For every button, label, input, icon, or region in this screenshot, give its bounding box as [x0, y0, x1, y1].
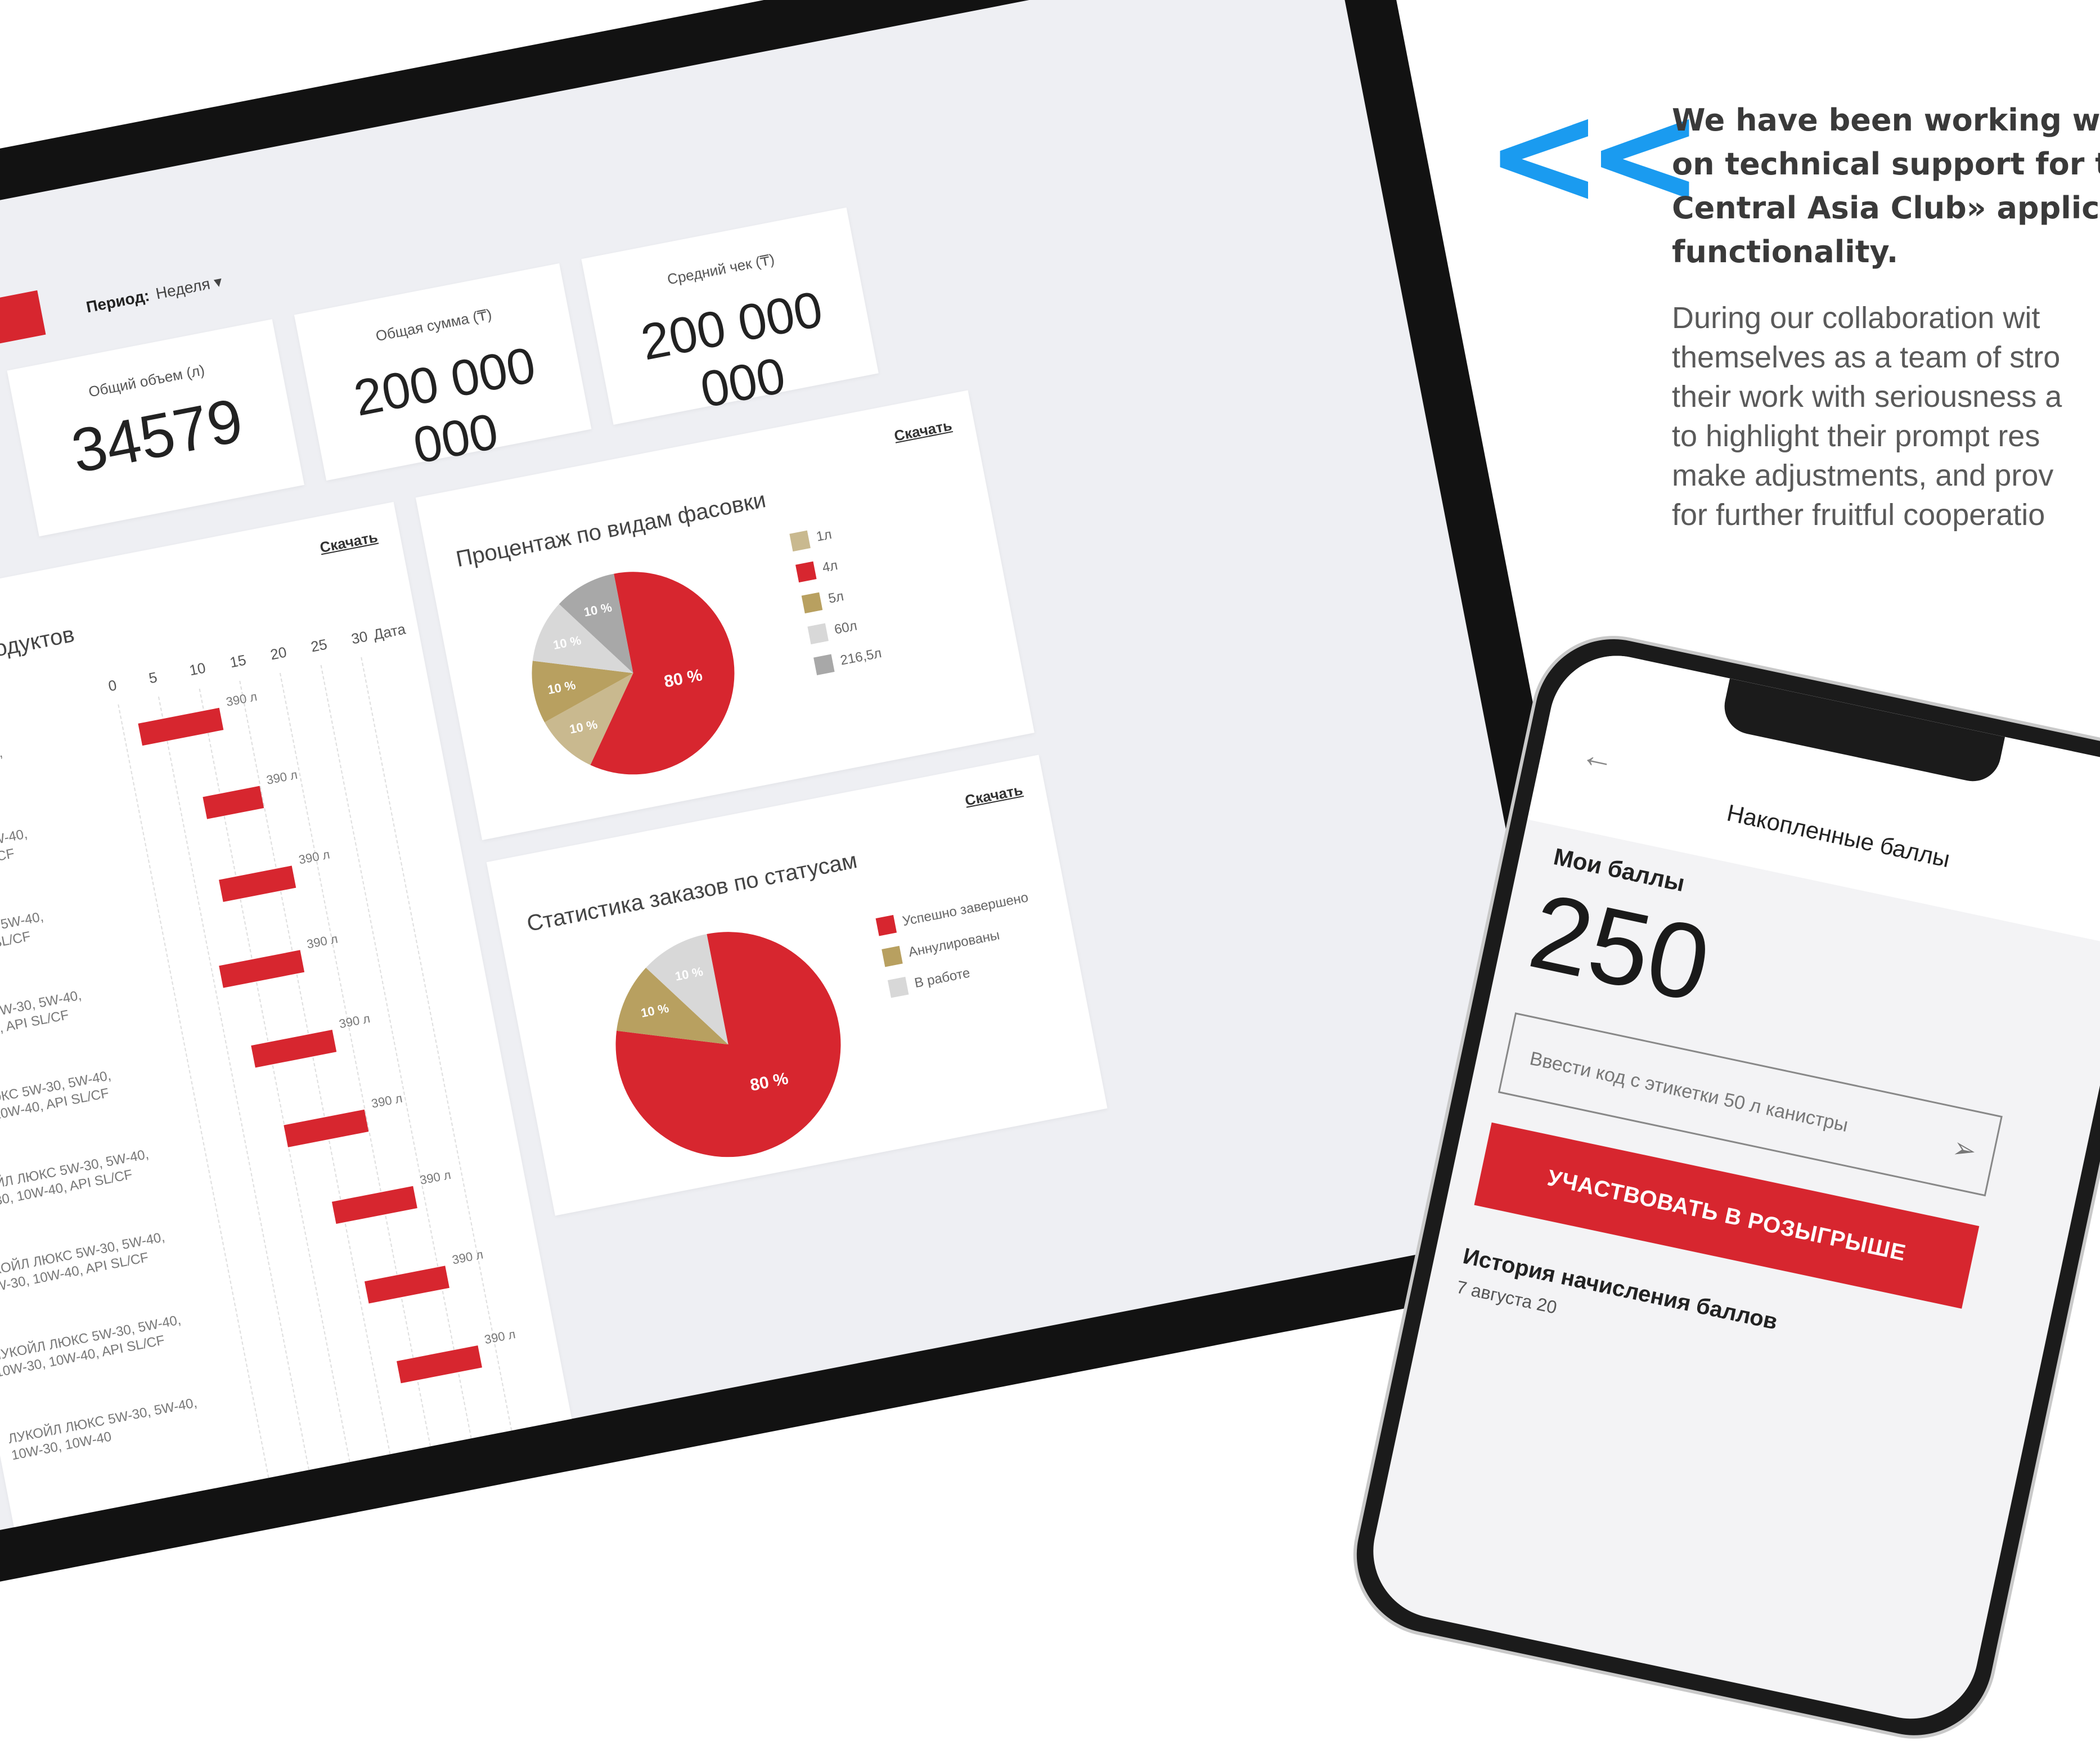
legend-label: Аннулированы — [907, 927, 1001, 961]
download-link[interactable]: Скачать — [318, 528, 379, 557]
bar — [397, 1345, 482, 1384]
bar-data-label: 390 л — [338, 1011, 371, 1031]
legend-swatch — [795, 561, 817, 583]
product-label: ЛЮКС 5W-30, 5W-40, 10W-40, API SL/CF — [0, 826, 29, 868]
kpi-value: 200 000 000 — [636, 281, 828, 419]
legend-item: 60л — [807, 614, 877, 645]
legend-swatch — [882, 945, 903, 967]
legend-swatch — [813, 654, 835, 676]
period-filter-value[interactable]: Неделя ▾ — [154, 272, 223, 302]
legend-item: 1л — [789, 521, 859, 552]
statuses-pie: 80 %10 %10 % — [615, 932, 841, 1157]
bar — [203, 786, 264, 819]
x-tick-label: 5 — [147, 668, 159, 687]
gridline — [320, 665, 474, 1450]
bar — [364, 1266, 450, 1304]
x-tick-label: 20 — [268, 643, 289, 663]
legend-label: Успешно завершено — [901, 890, 1030, 930]
period-filter[interactable]: Период: Неделя ▾ — [84, 272, 224, 316]
legend-item: 5л — [801, 583, 871, 614]
legend-item: 216,5л — [813, 645, 883, 676]
legend-label: В работе — [913, 965, 972, 991]
product-label: ЛУКОЙЛ ЛЮКС 5W-30, 5W-40, 10W-30, 10W-40… — [0, 1146, 150, 1215]
statuses-legend: Успешно завершено Аннулированы В работе — [875, 889, 1045, 1011]
gridline — [118, 704, 272, 1489]
gridline — [239, 680, 393, 1466]
bar-data-label: 390 л — [483, 1327, 517, 1347]
bar — [251, 1030, 337, 1068]
product-label: ЛУКОЙЛ ЛЮКС 5W-30, 5W-40, 10W-30, 10W-40 — [7, 1395, 199, 1464]
kpi-total-volume: Общий объем (л) 34579 — [7, 319, 304, 537]
quote-mark: << — [1485, 73, 1704, 236]
legend-swatch — [875, 914, 897, 936]
axis-label: Дата — [372, 620, 407, 643]
statuses-card: Скачать Статистика заказов по статусам 8… — [486, 755, 1108, 1216]
download-link[interactable]: Скачать — [964, 781, 1024, 809]
x-tick-label: 15 — [228, 651, 248, 671]
legend-item: 4л — [795, 552, 865, 583]
testimonial-body: During our collaboration wit themselves … — [1672, 301, 2062, 532]
legend-label: 4л — [821, 558, 839, 576]
gridline — [280, 672, 434, 1458]
packaging-legend: 1л 4л 5л 60л 216,5л — [789, 521, 885, 689]
legend-swatch — [807, 623, 829, 645]
bar — [219, 950, 304, 988]
product-label: ЛУКОЙЛ ЛЮКС 5W-30, 5W-40, 10W-30, 10W-40… — [0, 1312, 182, 1381]
bar-data-label: 390 л — [297, 847, 331, 867]
pie-slice — [615, 932, 841, 1157]
download-link[interactable]: Скачать — [893, 416, 954, 445]
bar — [284, 1109, 369, 1147]
legend-label: 1л — [815, 527, 833, 545]
product-label: ЙЛ ЛЮКС 5W-30, 5W-40, 30, 10W-40, API SL… — [0, 988, 83, 1045]
bar — [332, 1186, 417, 1224]
points-value: 250 — [1520, 870, 1720, 1025]
legend-swatch — [789, 530, 811, 552]
bar-data-label: 390 л — [265, 767, 299, 787]
brand-chip — [0, 290, 46, 348]
bar — [219, 865, 296, 902]
legend-label: 5л — [827, 589, 846, 607]
kpi-avg-check: Средний чек (₸) 200 000 000 — [581, 207, 879, 425]
x-tick-label: 10 — [187, 659, 208, 679]
dashboard-screen: Период: Неделя ▾ Общий объем (л) 34579 Об… — [0, 0, 1582, 1547]
x-tick-label: 0 — [106, 676, 118, 695]
bar-data-label: 390 л — [419, 1167, 452, 1187]
legend-swatch — [801, 592, 823, 614]
products-title: зываемых продуктов — [0, 622, 77, 688]
legend-swatch — [887, 976, 909, 998]
bar — [138, 707, 224, 746]
bar-data-label: 390 л — [370, 1091, 404, 1111]
period-filter-label: Период: — [84, 286, 151, 316]
kpi-total-sum: Общая сумма (₸) 200 000 000 — [294, 263, 592, 481]
x-tick-label: 25 — [309, 635, 329, 656]
send-icon[interactable]: ➢ — [1950, 1131, 1980, 1168]
x-tick-label: 30 — [349, 627, 369, 648]
product-label: ЮКС 5W-30, 5W-40, 0W-40, API SL/CF — [0, 745, 4, 769]
legend-label: 60л — [833, 618, 858, 638]
gridline — [158, 696, 312, 1482]
kpi-value: 200 000 000 — [349, 336, 540, 475]
legend-label: 216,5л — [839, 645, 883, 668]
product-label: ЛУКОЙЛ ЛЮКС 5W-30, 5W-40, 10W-30, 10W-40… — [0, 1229, 167, 1298]
testimonial-title: We have been working w on technical supp… — [1672, 102, 2100, 270]
packaging-title: Процентаж по видам фасовки — [454, 487, 768, 572]
product-label: ЛЮКС 5W-30, 5W-40, 10W-40, API SL/CF — [0, 909, 45, 952]
product-label: ЮЙЛ ЛЮКС 5W-30, 5W-40, 0W-30, 10W-40, AP… — [0, 1067, 113, 1123]
packaging-pie: 80 %10 %10 %10 %10 % — [532, 572, 735, 775]
bar-data-label: 390 л — [224, 689, 259, 710]
